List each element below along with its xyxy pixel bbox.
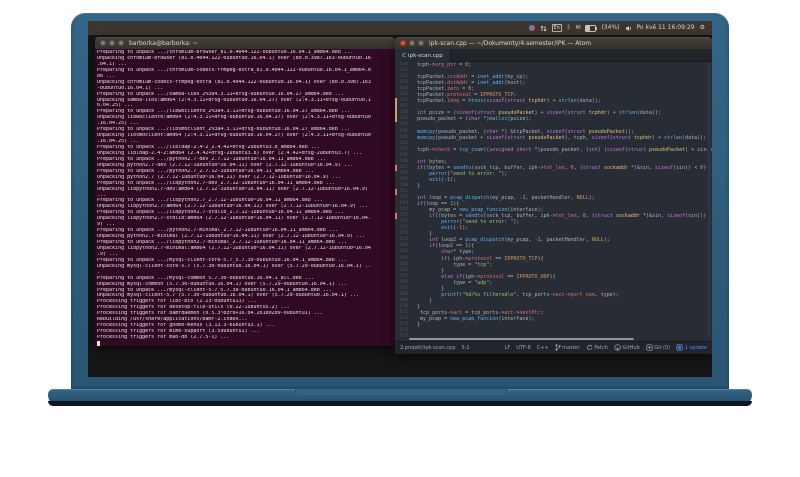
terminal-line: Preparing to unpack .../chromium-codecs-… (97, 67, 371, 73)
laptop-base-edge (48, 401, 752, 406)
network-icon[interactable] (539, 25, 547, 32)
cpp-file-icon: C (402, 52, 407, 59)
status-git-changes[interactable]: Git (0) (646, 344, 670, 351)
input-method-icon[interactable] (528, 25, 535, 31)
laptop-base (48, 389, 752, 406)
bluetooth-icon[interactable]: ᛒ (567, 25, 571, 31)
tab-ipk-scan-cpp[interactable]: C ipk-scan.cpp (395, 49, 451, 62)
screen: En ᛒ ✉ (34%) Po kvě 11 16:09:29 ⚙ barbor… (88, 21, 712, 377)
system-panel: En ᛒ ✉ (34%) Po kvě 11 16:09:29 ⚙ (88, 21, 712, 35)
status-encoding[interactable]: UTF-8 (516, 345, 531, 351)
tab-bar: C ipk-scan.cpp (395, 49, 712, 62)
status-github[interactable]: GitHub (614, 344, 640, 351)
vertical-scrollbar[interactable] (707, 62, 711, 338)
terminal-line: Unpacking libpython2.7-stdlib:amd64 (2.7… (97, 216, 371, 222)
terminal-window: barborka@barborka: ~ Preparing to unpack… (95, 37, 395, 346)
laptop-bezel: En ᛒ ✉ (34%) Po kvě 11 16:09:29 ⚙ barbor… (71, 13, 729, 390)
close-button[interactable] (400, 40, 406, 46)
status-fetch[interactable]: Fetch (586, 344, 608, 351)
terminal-line: Unpacking libpython2.7-minimal:amd64 (2.… (97, 245, 371, 251)
close-button[interactable] (100, 40, 106, 46)
minimize-button[interactable] (109, 40, 115, 46)
mail-icon[interactable]: ✉ (575, 25, 580, 31)
code-area[interactable]: 530 tcph->urg_ptr = 0; 531 532 tcpPacket.s… (395, 62, 712, 341)
session-gear-icon[interactable]: ⚙ (700, 25, 705, 31)
maximize-button[interactable] (118, 40, 124, 46)
status-line-ending[interactable]: LF (505, 345, 511, 351)
update-icon (676, 344, 683, 351)
terminal-title: barborka@barborka: ~ (129, 39, 198, 47)
battery-percentage: (34%) (601, 24, 620, 31)
maximize-button[interactable] (418, 40, 424, 46)
status-language[interactable]: C++ (537, 345, 549, 351)
horizontal-scrollbar[interactable] (409, 337, 634, 340)
battery-icon[interactable] (585, 24, 598, 32)
status-file-path[interactable]: 2.projekt/ipk-scan.cpp (400, 345, 456, 351)
atom-titlebar[interactable]: ipk-scan.cpp — ~/Dokumenty/4.semester/IP… (395, 37, 712, 49)
keyboard-layout-indicator[interactable]: En (551, 24, 562, 32)
atom-title: ipk-scan.cpp — ~/Dokumenty/4.semester/IP… (429, 39, 592, 47)
clock[interactable]: Po kvě 11 16:09:29 (637, 25, 695, 31)
terminal-line: Unpacking libpython2.7-dev:amd64 (2.7.12… (97, 186, 368, 192)
github-icon (614, 344, 621, 351)
terminal-line: Unpacking mysql-client-core-5.7 (5.7.30-… (97, 263, 371, 269)
status-git-branch[interactable]: master (555, 344, 580, 351)
desktop: barborka@barborka: ~ Preparing to unpack… (88, 35, 712, 377)
terminal-cursor-line (97, 340, 393, 346)
sync-icon (586, 344, 592, 350)
status-bar: 2.projekt/ipk-scan.cpp 5:1 LF UTF-8 C++ … (395, 341, 712, 354)
laptop-base-notch (295, 389, 507, 395)
terminal-line: Unpacking chromium-browser (81.0.4044.12… (97, 55, 371, 61)
terminal-line: Unpacking samba-libs:amd64 (2:4.3.11+dfs… (97, 97, 371, 103)
laptop-mockup: En ᛒ ✉ (34%) Po kvě 11 16:09:29 ⚙ barbor… (0, 0, 800, 477)
atom-window: ipk-scan.cpp — ~/Dokumenty/4.semester/IP… (395, 37, 712, 354)
terminal-line: Unpacking libsmbclient:amd64 (2:4.3.11+d… (97, 133, 371, 139)
status-updates[interactable]: 1 update (676, 344, 707, 351)
git-branch-icon (555, 344, 561, 351)
terminal-line: Unpacking libwbclient0:amd64 (2:4.3.11+d… (97, 115, 371, 121)
terminal-titlebar[interactable]: barborka@barborka: ~ (95, 37, 395, 49)
status-cursor-position[interactable]: 5:1 (462, 345, 470, 351)
terminal-cursor (97, 340, 100, 346)
tab-label: ipk-scan.cpp (408, 52, 443, 59)
terminal-output[interactable]: Preparing to unpack .../chromium-browser… (95, 49, 395, 346)
minimize-button[interactable] (409, 40, 415, 46)
git-diff-icon (646, 344, 653, 351)
volume-icon[interactable] (625, 25, 632, 32)
